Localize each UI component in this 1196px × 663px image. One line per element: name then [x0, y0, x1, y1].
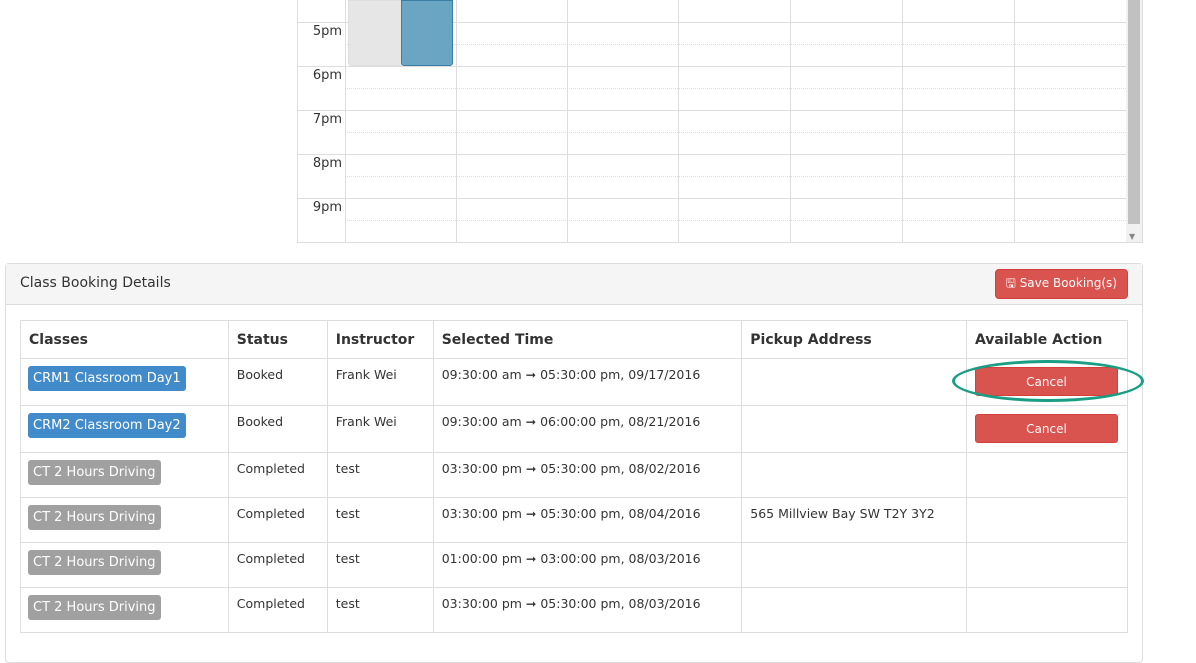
- save-bookings-button[interactable]: 🖫 Save Booking(s): [994, 269, 1128, 299]
- pickup-address-cell: 565 Millview Bay SW T2Y 3Y2: [741, 497, 967, 543]
- time-label: 8pm: [312, 156, 342, 171]
- calendar-event[interactable]: [348, 0, 403, 66]
- pickup-address-cell: [741, 542, 967, 588]
- class-cell: CRM2 Classroom Day2: [20, 405, 229, 453]
- time-label: 7pm: [312, 112, 342, 127]
- selected-time-cell: 01:00:00 pm ➞ 03:00:00 pm, 08/03/2016: [432, 542, 743, 588]
- table-row: CT 2 Hours Driving Completed test 03:30:…: [20, 497, 1129, 543]
- table-row: CT 2 Hours Driving Completed test 03:30:…: [20, 452, 1129, 498]
- column-header: Classes: [20, 320, 229, 359]
- selected-time-cell: 03:30:00 pm ➞ 05:30:00 pm, 08/03/2016: [432, 587, 743, 633]
- action-cell: [965, 497, 1129, 543]
- instructor-cell: Frank Wei: [326, 405, 434, 453]
- day-column-divider: [902, 0, 903, 242]
- instructor-cell: Frank Wei: [326, 358, 434, 406]
- class-label[interactable]: CRM1 Classroom Day1: [28, 366, 186, 391]
- panel-title: Class Booking Details: [20, 275, 171, 291]
- half-hour-line: [345, 176, 1128, 177]
- status-cell: Completed: [227, 452, 328, 498]
- floppy-disk-icon: 🖫: [1005, 275, 1016, 290]
- class-label[interactable]: CT 2 Hours Driving: [28, 550, 161, 575]
- instructor-cell: test: [326, 587, 434, 633]
- day-column-divider: [456, 0, 457, 242]
- hour-line: [298, 154, 1128, 155]
- day-column-divider: [345, 0, 346, 242]
- table-row: CT 2 Hours Driving Completed test 01:00:…: [20, 542, 1129, 588]
- calendar-event[interactable]: [401, 0, 453, 66]
- cancel-button[interactable]: Cancel: [974, 414, 1118, 443]
- time-label: 9pm: [312, 200, 342, 215]
- selected-time-cell: 09:30:00 am ➞ 06:00:00 pm, 08/21/2016: [432, 405, 743, 453]
- action-cell: [965, 542, 1129, 588]
- hour-line: [298, 110, 1128, 111]
- table-row: CT 2 Hours Driving Completed test 03:30:…: [20, 587, 1129, 633]
- instructor-cell: test: [326, 542, 434, 588]
- half-hour-line: [345, 220, 1128, 221]
- class-label[interactable]: CT 2 Hours Driving: [28, 460, 161, 485]
- time-label: 5pm: [312, 24, 342, 39]
- class-booking-panel: Class Booking Details 🖫 Save Booking(s) …: [5, 263, 1143, 663]
- class-cell: CRM1 Classroom Day1: [20, 358, 229, 406]
- day-column-divider: [567, 0, 568, 242]
- half-hour-line: [345, 44, 1128, 45]
- scrollbar[interactable]: ▼: [1126, 0, 1142, 242]
- column-header: Selected Time: [432, 320, 743, 359]
- day-column-divider: [1014, 0, 1015, 242]
- action-cell: [965, 587, 1129, 633]
- cancel-button[interactable]: Cancel: [974, 367, 1118, 396]
- class-label[interactable]: CT 2 Hours Driving: [28, 505, 161, 530]
- column-header: Status: [227, 320, 328, 359]
- pickup-address-cell: [741, 358, 967, 406]
- column-header: Pickup Address: [741, 320, 967, 359]
- class-cell: CT 2 Hours Driving: [20, 452, 229, 498]
- action-cell: [965, 452, 1129, 498]
- class-cell: CT 2 Hours Driving: [20, 497, 229, 543]
- column-header: Instructor: [326, 320, 434, 359]
- status-cell: Completed: [227, 497, 328, 543]
- pickup-address-cell: [741, 587, 967, 633]
- panel-header: Class Booking Details 🖫 Save Booking(s): [6, 264, 1142, 305]
- column-header: Available Action: [965, 320, 1129, 359]
- action-cell: Cancel: [965, 405, 1129, 453]
- selected-time-cell: 03:30:00 pm ➞ 05:30:00 pm, 08/04/2016: [432, 497, 743, 543]
- action-cell: Cancel: [965, 358, 1129, 406]
- class-label[interactable]: CRM2 Classroom Day2: [28, 413, 186, 438]
- pickup-address-cell: [741, 452, 967, 498]
- class-label[interactable]: CT 2 Hours Driving: [28, 595, 161, 620]
- calendar-week-view: 5pm 6pm 7pm 8pm 9pm ▼: [297, 0, 1143, 243]
- table-row: CRM1 Classroom Day1 Booked Frank Wei 09:…: [20, 358, 1129, 406]
- status-cell: Completed: [227, 542, 328, 588]
- pickup-address-cell: [741, 405, 967, 453]
- time-label: 6pm: [312, 68, 342, 83]
- status-cell: Booked: [227, 405, 328, 453]
- day-column-divider: [790, 0, 791, 242]
- day-column-divider: [678, 0, 679, 242]
- status-cell: Booked: [227, 358, 328, 406]
- half-hour-line: [345, 132, 1128, 133]
- selected-time-cell: 09:30:00 am ➞ 05:30:00 pm, 09/17/2016: [432, 358, 743, 406]
- hour-line: [298, 66, 1128, 67]
- hour-line: [298, 198, 1128, 199]
- status-cell: Completed: [227, 587, 328, 633]
- class-cell: CT 2 Hours Driving: [20, 542, 229, 588]
- scroll-down-arrow-icon[interactable]: ▼: [1129, 232, 1135, 241]
- selected-time-cell: 03:30:00 pm ➞ 05:30:00 pm, 08/02/2016: [432, 452, 743, 498]
- scrollbar-thumb[interactable]: [1128, 0, 1140, 224]
- instructor-cell: test: [326, 452, 434, 498]
- half-hour-line: [345, 88, 1128, 89]
- instructor-cell: test: [326, 497, 434, 543]
- bookings-table: Classes Status Instructor Selected Time Pick…: [20, 320, 1129, 633]
- class-cell: CT 2 Hours Driving: [20, 587, 229, 633]
- table-row: CRM2 Classroom Day2 Booked Frank Wei 09:…: [20, 405, 1129, 453]
